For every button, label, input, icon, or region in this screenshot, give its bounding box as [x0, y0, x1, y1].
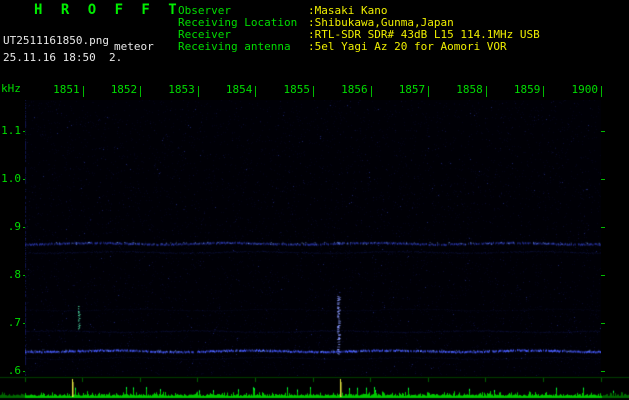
- time-tick-mark: [601, 86, 602, 97]
- time-tick-label: 1854: [225, 83, 253, 96]
- time-tick-label: 1852: [110, 83, 138, 96]
- freq-tick-label: .8: [7, 268, 21, 281]
- time-tick-mark: [543, 86, 544, 97]
- signal-level-strip-canvas: [0, 376, 629, 400]
- freq-tick-label: .7: [7, 316, 21, 329]
- time-tick-mark: [140, 86, 141, 97]
- time-tick-label: 1857: [398, 83, 426, 96]
- time-tick-mark: [83, 86, 84, 97]
- filename-label: UT2511161850.png: [3, 34, 109, 47]
- freq-tick-mark-right: [601, 275, 605, 276]
- freq-axis-unit-label: kHz: [1, 82, 21, 95]
- freq-tick-mark-right: [601, 323, 605, 324]
- freq-tick-mark-right: [601, 227, 605, 228]
- time-tick-label: 1859: [513, 83, 541, 96]
- time-tick-mark: [428, 86, 429, 97]
- time-tick-label: 1858: [456, 83, 483, 96]
- time-tick-label: 1856: [341, 83, 368, 96]
- time-tick-mark: [313, 86, 314, 97]
- app-title: H R O F F T: [34, 2, 182, 18]
- time-tick-label: 1855: [283, 83, 311, 96]
- freq-tick-label: 1.0: [1, 172, 21, 185]
- hrofft-screen: H R O F F T UT2511161850.png meteor 25.1…: [0, 0, 629, 400]
- time-tick-mark: [486, 86, 487, 97]
- info-value: :5el Yagi Az 20 for Aomori VOR: [308, 40, 507, 53]
- info-label: Receiving antenna: [178, 40, 291, 53]
- spectrogram-canvas: [25, 100, 601, 376]
- freq-tick-mark-right: [601, 179, 605, 180]
- timestamp-label: 25.11.16 18:50 2.: [3, 51, 123, 64]
- time-tick-mark: [198, 86, 199, 97]
- freq-tick-mark-right: [601, 131, 605, 132]
- freq-tick-mark-right: [601, 371, 605, 372]
- time-tick-label: 1900: [571, 83, 599, 96]
- time-tick-label: 1853: [168, 83, 195, 96]
- time-tick-label: 1851: [53, 83, 80, 96]
- time-tick-mark: [371, 86, 372, 97]
- freq-tick-label: 1.1: [1, 124, 21, 137]
- time-tick-mark: [255, 86, 256, 97]
- freq-tick-label: .9: [7, 220, 21, 233]
